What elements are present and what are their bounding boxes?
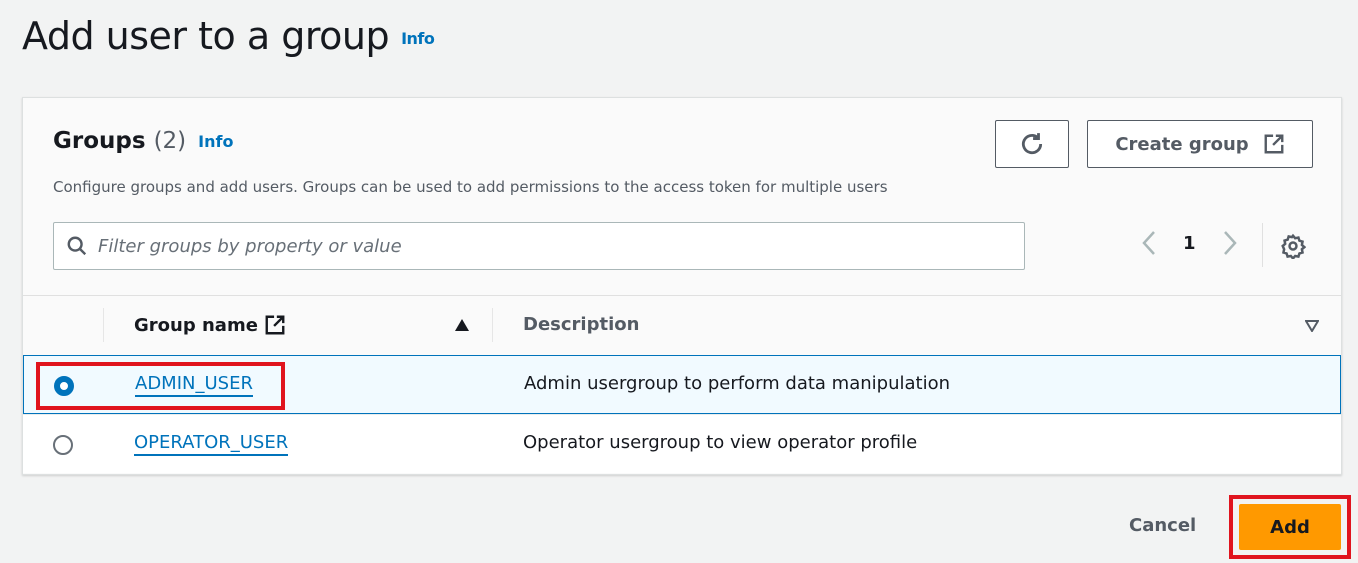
page-title: Add user to a group Info: [22, 14, 435, 58]
group-name-header-label: Group name: [134, 314, 258, 336]
settings-gear-icon[interactable]: [1280, 233, 1306, 259]
page-title-text: Add user to a group: [22, 14, 390, 58]
filter-groups-input[interactable]: [98, 235, 978, 257]
column-header-description[interactable]: Description: [523, 314, 639, 335]
groups-count: (2): [153, 128, 187, 154]
groups-description: Configure groups and add users. Groups c…: [53, 178, 888, 196]
create-group-button[interactable]: Create group: [1087, 120, 1313, 168]
pagination-divider: [1262, 223, 1263, 267]
groups-heading: Groups (2) Info: [53, 128, 233, 154]
column-divider: [103, 308, 104, 342]
pagination: 1: [1141, 230, 1238, 256]
groups-title: Groups: [53, 128, 146, 154]
next-page-icon[interactable]: [1222, 230, 1238, 256]
group-description: Admin usergroup to perform data manipula…: [524, 373, 950, 394]
column-header-group-name[interactable]: Group name: [134, 314, 286, 336]
groups-info-link[interactable]: Info: [198, 132, 233, 151]
refresh-icon: [1021, 133, 1043, 155]
external-link-icon: [265, 315, 285, 335]
group-description: Operator usergroup to view operator prof…: [523, 432, 918, 453]
row-radio[interactable]: [53, 435, 73, 455]
info-link[interactable]: Info: [401, 29, 435, 48]
search-icon: [67, 236, 87, 256]
highlight-box: [36, 362, 285, 410]
sort-icon[interactable]: [1305, 320, 1319, 332]
highlight-box: [1229, 495, 1351, 559]
table-row[interactable]: OPERATOR_USER Operator usergroup to view…: [23, 414, 1341, 473]
filter-groups-input-box[interactable]: [53, 222, 1025, 270]
table-header: Group name Description: [23, 295, 1341, 355]
sort-ascending-icon[interactable]: [454, 318, 470, 332]
refresh-button[interactable]: [995, 120, 1069, 168]
groups-panel: Groups (2) Info Configure groups and add …: [22, 97, 1342, 475]
cancel-button[interactable]: Cancel: [1129, 515, 1196, 536]
previous-page-icon[interactable]: [1141, 230, 1157, 256]
column-divider: [492, 308, 493, 342]
external-link-icon: [1264, 134, 1284, 154]
current-page[interactable]: 1: [1183, 233, 1196, 254]
group-link[interactable]: OPERATOR_USER: [134, 432, 289, 456]
create-group-label: Create group: [1115, 133, 1249, 155]
